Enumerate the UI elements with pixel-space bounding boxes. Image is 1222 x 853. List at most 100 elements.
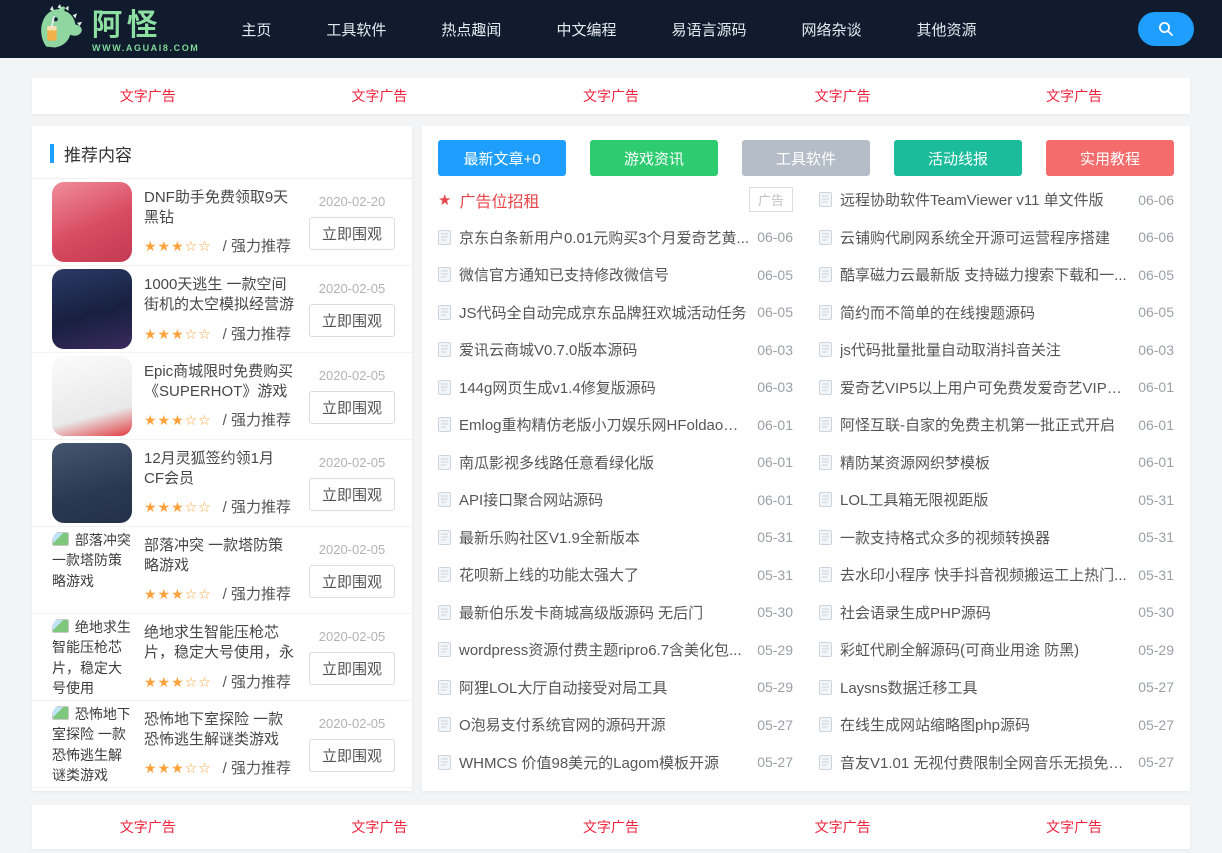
view-now-button[interactable]: 立即围观 (309, 217, 395, 250)
category-tab[interactable]: 最新文章+0 (438, 140, 566, 176)
card-thumbnail[interactable]: 部落冲突 一款塔防策略游戏 (52, 530, 132, 610)
article-row[interactable]: wordpress资源付费主题ripro6.7含美化包... 05-29 (438, 631, 793, 669)
view-now-button[interactable]: 立即围观 (309, 652, 395, 685)
category-tab[interactable]: 实用教程 (1046, 140, 1174, 176)
nav-item[interactable]: 网络杂谈 (801, 19, 861, 40)
article-row[interactable]: 精防某资源网织梦模板 06-01 (819, 444, 1174, 482)
card-title-link[interactable]: 12月灵狐签约领1月CF会员 (144, 449, 294, 490)
article-title-link[interactable]: Emlog重构精仿老版小刀娱乐网HFoldao模... (459, 414, 749, 435)
article-row[interactable]: 花呗新上线的功能太强大了 05-31 (438, 556, 793, 594)
text-ad-link[interactable]: 文字广告 (958, 86, 1190, 106)
category-tab[interactable]: 活动线报 (894, 140, 1022, 176)
view-now-button[interactable]: 立即围观 (309, 478, 395, 511)
article-row[interactable]: 144g网页生成v1.4修复版源码 06-03 (438, 369, 793, 407)
article-row[interactable]: 酷享磁力云最新版 支持磁力搜索下载和一... 06-05 (819, 256, 1174, 294)
article-title-link[interactable]: 远程协助软件TeamViewer v11 单文件版 (840, 189, 1130, 210)
article-title-link[interactable]: 音友V1.01 无视付费限制全网音乐无损免费... (840, 752, 1130, 773)
text-ad-link[interactable]: 文字广告 (495, 86, 727, 106)
article-row[interactable]: js代码批量批量自动取消抖音关注 06-03 (819, 331, 1174, 369)
article-row[interactable]: 音友V1.01 无视付费限制全网音乐无损免费... 05-27 (819, 744, 1174, 782)
article-title-link[interactable]: API接口聚合网站源码 (459, 489, 749, 510)
article-title-link[interactable]: WHMCS 价值98美元的Lagom模板开源 (459, 752, 749, 773)
article-title-link[interactable]: 社会语录生成PHP源码 (840, 602, 1130, 623)
text-ad-link[interactable]: 文字广告 (958, 817, 1190, 837)
card-title-link[interactable]: 1000天逃生 一款空间街机的太空模拟经营游戏 (144, 275, 294, 316)
article-row[interactable]: 远程协助软件TeamViewer v11 单文件版 06-06 (819, 181, 1174, 219)
article-row[interactable]: WHMCS 价值98美元的Lagom模板开源 05-27 (438, 744, 793, 782)
article-row[interactable]: LOL工具箱无限视距版 05-31 (819, 481, 1174, 519)
category-tab[interactable]: 游戏资讯 (590, 140, 718, 176)
article-row[interactable]: 云铺购代刷网系统全开源可运营程序搭建 06-06 (819, 219, 1174, 257)
text-ad-link[interactable]: 文字广告 (264, 86, 496, 106)
article-row[interactable]: 在线生成网站缩略图php源码 05-27 (819, 706, 1174, 744)
card-thumbnail[interactable] (52, 269, 132, 349)
nav-item[interactable]: 工具软件 (326, 19, 386, 40)
article-title-link[interactable]: 精防某资源网织梦模板 (840, 452, 1130, 473)
article-row[interactable]: 简约而不简单的在线搜题源码 06-05 (819, 294, 1174, 332)
article-row[interactable]: 阿狸LOL大厅自动接受对局工具 05-29 (438, 669, 793, 707)
text-ad-link[interactable]: 文字广告 (32, 817, 264, 837)
ad-slot-row[interactable]: ★ 广告位招租 广告 (438, 181, 793, 219)
article-row[interactable]: API接口聚合网站源码 06-01 (438, 481, 793, 519)
article-title-link[interactable]: 一款支持格式众多的视频转换器 (840, 527, 1130, 548)
article-title-link[interactable]: 微信官方通知已支持修改微信号 (459, 264, 749, 285)
nav-item[interactable]: 其他资源 (916, 19, 976, 40)
article-title-link[interactable]: 最新伯乐发卡商城高级版源码 无后门 (459, 602, 749, 623)
article-title-link[interactable]: Laysns数据迁移工具 (840, 677, 1130, 698)
article-row[interactable]: 一款支持格式众多的视频转换器 05-31 (819, 519, 1174, 557)
article-row[interactable]: 微信官方通知已支持修改微信号 06-05 (438, 256, 793, 294)
article-title-link[interactable]: js代码批量批量自动取消抖音关注 (840, 339, 1130, 360)
article-row[interactable]: Laysns数据迁移工具 05-27 (819, 669, 1174, 707)
card-title-link[interactable]: 恐怖地下室探险 一款恐怖逃生解谜类游戏 (144, 710, 294, 751)
article-row[interactable]: 彩虹代刷全解源码(可商业用途 防黑) 05-29 (819, 631, 1174, 669)
article-title-link[interactable]: 最新乐购社区V1.9全新版本 (459, 527, 749, 548)
article-row[interactable]: 最新伯乐发卡商城高级版源码 无后门 05-30 (438, 594, 793, 632)
article-title-link[interactable]: 阿怪互联-自家的免费主机第一批正式开启 (840, 414, 1130, 435)
article-title-link[interactable]: 144g网页生成v1.4修复版源码 (459, 377, 749, 398)
view-now-button[interactable]: 立即围观 (309, 739, 395, 772)
article-title-link[interactable]: LOL工具箱无限视距版 (840, 489, 1130, 510)
article-title-link[interactable]: 花呗新上线的功能太强大了 (459, 564, 749, 585)
article-row[interactable]: 最新乐购社区V1.9全新版本 05-31 (438, 519, 793, 557)
article-row[interactable]: 阿怪互联-自家的免费主机第一批正式开启 06-01 (819, 406, 1174, 444)
view-now-button[interactable]: 立即围观 (309, 391, 395, 424)
nav-item[interactable]: 中文编程 (556, 19, 616, 40)
article-row[interactable]: 京东白条新用户0.01元购买3个月爱奇艺黄... 06-06 (438, 219, 793, 257)
article-title-link[interactable]: 简约而不简单的在线搜题源码 (840, 302, 1130, 323)
site-logo[interactable]: 阿怪 WWW.AGUAI8.COM (34, 4, 199, 55)
search-button[interactable] (1138, 12, 1194, 46)
article-row[interactable]: 去水印小程序 快手抖音视频搬运工上热门... 05-31 (819, 556, 1174, 594)
text-ad-link[interactable]: 文字广告 (495, 817, 727, 837)
article-title-link[interactable]: 酷享磁力云最新版 支持磁力搜索下载和一... (840, 264, 1130, 285)
article-title-link[interactable]: 彩虹代刷全解源码(可商业用途 防黑) (840, 639, 1130, 660)
text-ad-link[interactable]: 文字广告 (264, 817, 496, 837)
article-row[interactable]: O泡易支付系统官网的源码开源 05-27 (438, 706, 793, 744)
article-title-link[interactable]: 云铺购代刷网系统全开源可运营程序搭建 (840, 227, 1130, 248)
article-title-link[interactable]: JS代码全自动完成京东品牌狂欢城活动任务 (459, 302, 749, 323)
card-thumbnail[interactable] (52, 182, 132, 262)
text-ad-link[interactable]: 文字广告 (727, 86, 959, 106)
card-thumbnail[interactable] (52, 356, 132, 436)
card-thumbnail[interactable]: 恐怖地下室探险 一款恐怖逃生解谜类游戏 (52, 704, 132, 784)
article-row[interactable]: Emlog重构精仿老版小刀娱乐网HFoldao模... 06-01 (438, 406, 793, 444)
nav-item[interactable]: 热点趣闻 (441, 19, 501, 40)
card-title-link[interactable]: Epic商城限时免费购买《SUPERHOT》游戏 (144, 362, 294, 403)
article-title-link[interactable]: 京东白条新用户0.01元购买3个月爱奇艺黄... (459, 227, 749, 248)
ad-slot-title[interactable]: 广告位招租 (459, 188, 741, 212)
article-title-link[interactable]: 去水印小程序 快手抖音视频搬运工上热门... (840, 564, 1130, 585)
article-row[interactable]: 社会语录生成PHP源码 05-30 (819, 594, 1174, 632)
nav-item[interactable]: 易语言源码 (671, 19, 746, 40)
article-row[interactable]: 爱奇艺VIP5以上用户可免费发爱奇艺VIP红包 06-01 (819, 369, 1174, 407)
article-title-link[interactable]: 南瓜影视多线路任意看绿化版 (459, 452, 749, 473)
card-title-link[interactable]: 绝地求生智能压枪芯片，稳定大号使用，永久免费 (144, 623, 294, 664)
article-row[interactable]: 南瓜影视多线路任意看绿化版 06-01 (438, 444, 793, 482)
text-ad-link[interactable]: 文字广告 (32, 86, 264, 106)
category-tab[interactable]: 工具软件 (742, 140, 870, 176)
card-thumbnail[interactable] (52, 443, 132, 523)
card-title-link[interactable]: DNF助手免费领取9天黑钻 (144, 188, 294, 229)
view-now-button[interactable]: 立即围观 (309, 304, 395, 337)
article-title-link[interactable]: 爱讯云商城V0.7.0版本源码 (459, 339, 749, 360)
article-title-link[interactable]: 在线生成网站缩略图php源码 (840, 714, 1130, 735)
article-row[interactable]: JS代码全自动完成京东品牌狂欢城活动任务 06-05 (438, 294, 793, 332)
article-row[interactable]: 爱讯云商城V0.7.0版本源码 06-03 (438, 331, 793, 369)
